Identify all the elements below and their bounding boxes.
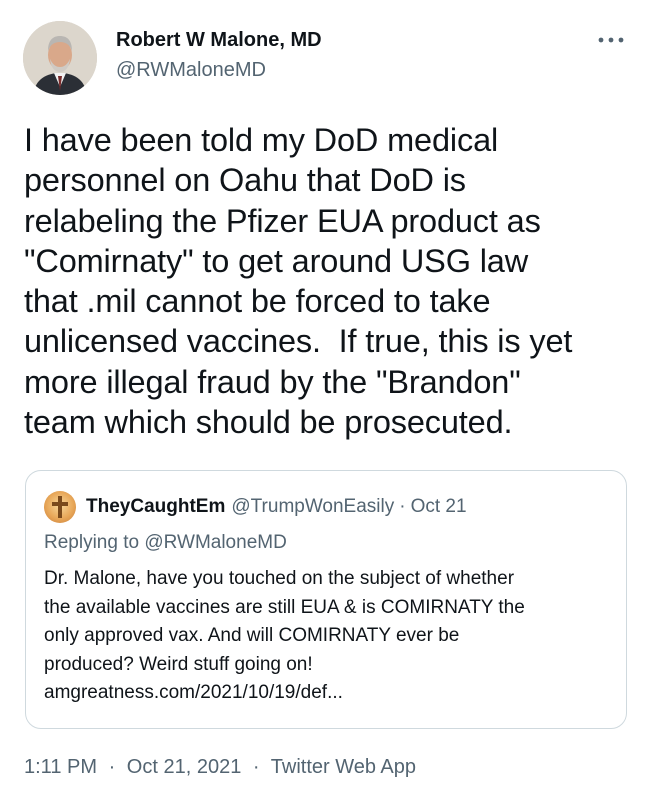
tweet: Robert W Malone, MD @RWMaloneMD I have b… bbox=[0, 0, 651, 800]
more-horizontal-icon bbox=[598, 37, 624, 43]
replying-mention[interactable]: @RWMaloneMD bbox=[144, 532, 286, 553]
author-display-name[interactable]: Robert W Malone, MD bbox=[116, 28, 322, 52]
metadata-separator: · bbox=[108, 756, 116, 778]
quoted-handle[interactable]: @TrumpWonEasily bbox=[231, 495, 394, 519]
quoted-separator: · bbox=[399, 496, 406, 517]
replying-to: Replying to @RWMaloneMD bbox=[44, 531, 287, 555]
avatar-image bbox=[23, 21, 97, 95]
tweet-source[interactable]: Twitter Web App bbox=[271, 756, 416, 778]
author-block: Robert W Malone, MD @RWMaloneMD bbox=[116, 28, 322, 82]
quoted-tweet[interactable]: TheyCaughtEm @TrumpWonEasily · Oct 21 Re… bbox=[25, 470, 627, 729]
more-options-button[interactable] bbox=[593, 30, 629, 50]
quoted-avatar[interactable] bbox=[44, 491, 76, 523]
avatar[interactable] bbox=[23, 21, 97, 95]
quoted-tweet-header: TheyCaughtEm @TrumpWonEasily · Oct 21 bbox=[44, 491, 467, 523]
metadata-separator: · bbox=[252, 756, 260, 778]
tweet-date[interactable]: Oct 21, 2021 bbox=[127, 756, 242, 778]
quoted-date[interactable]: Oct 21 bbox=[411, 495, 467, 519]
author-handle[interactable]: @RWMaloneMD bbox=[116, 58, 322, 82]
cross-icon bbox=[52, 496, 68, 518]
quoted-display-name[interactable]: TheyCaughtEm bbox=[86, 495, 225, 519]
replying-prefix: Replying to bbox=[44, 532, 140, 553]
tweet-metadata: 1:11 PM · Oct 21, 2021 · Twitter Web App bbox=[24, 755, 416, 779]
tweet-time[interactable]: 1:11 PM bbox=[24, 756, 97, 778]
tweet-text: I have been told my DoD medical personne… bbox=[24, 122, 573, 441]
quoted-tweet-text: Dr. Malone, have you touched on the subj… bbox=[44, 568, 525, 703]
